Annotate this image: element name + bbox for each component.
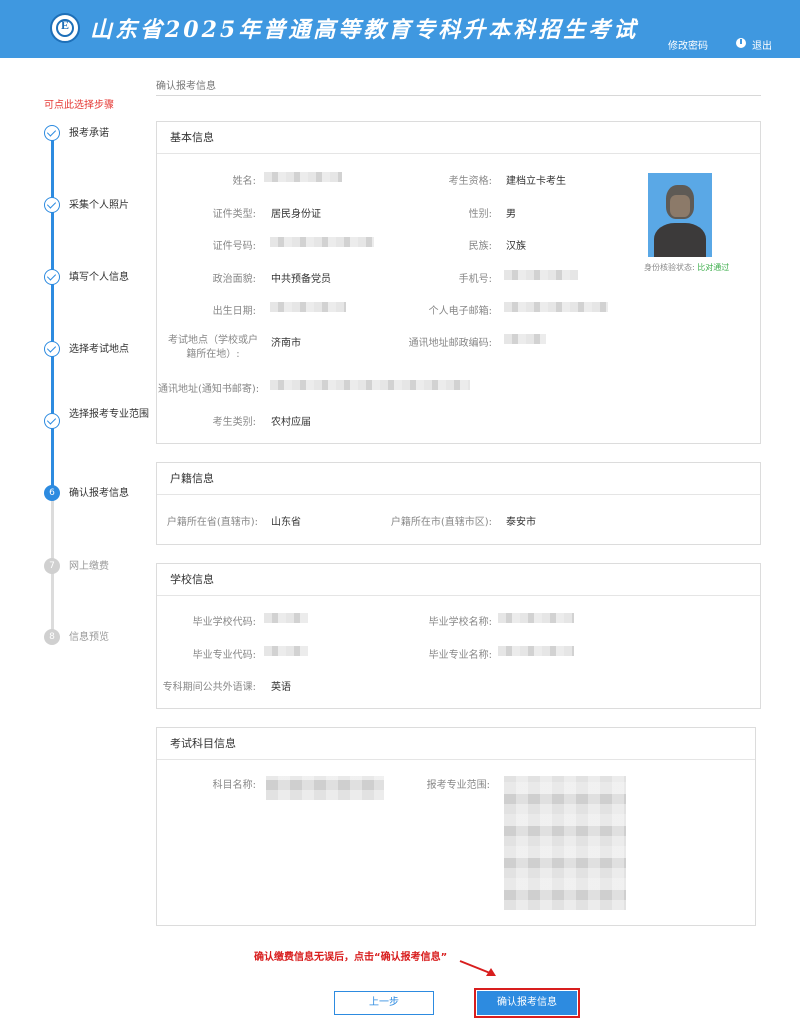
panel-title: 考试科目信息: [157, 728, 755, 760]
major-code-label: 毕业专业代码:: [192, 650, 256, 661]
major-range-label: 报考专业范围:: [426, 780, 490, 791]
check-icon: [44, 341, 60, 357]
check-icon: [44, 269, 60, 285]
exam-site-label: 考试地点（学校或户籍所在地）:: [168, 335, 258, 360]
breadcrumb-divider: [156, 95, 761, 96]
candidate-photo: [648, 173, 712, 257]
language-label: 专科期间公共外语课:: [162, 682, 256, 693]
step-hint: 可点此选择步骤: [44, 100, 114, 111]
language-value: 英语: [271, 682, 291, 693]
ethnic-label: 民族:: [468, 241, 492, 252]
address-masked: [270, 380, 470, 390]
id-type-label: 证件类型:: [212, 209, 256, 220]
email-label: 个人电子邮箱:: [428, 306, 492, 317]
qualification-label: 考生资格:: [448, 176, 492, 187]
household-panel: 户籍信息: [156, 462, 761, 545]
city-value: 泰安市: [506, 517, 536, 528]
breadcrumb: 确认报考信息: [156, 81, 216, 92]
name-label: 姓名:: [232, 176, 256, 187]
political-value: 中共预备党员: [271, 274, 331, 285]
ethnic-value: 汉族: [506, 241, 526, 252]
previous-step-button[interactable]: 上一步: [334, 991, 434, 1015]
birth-date-label: 出生日期:: [212, 306, 256, 317]
check-icon: [44, 125, 60, 141]
province-label: 户籍所在省(直辖市):: [166, 517, 258, 528]
phone-masked: [504, 270, 578, 280]
school-name-masked: [498, 613, 574, 623]
check-icon: [44, 197, 60, 213]
subject-masked: [266, 776, 384, 800]
confirm-instruction: 确认缴费信息无误后，点击“确认报考信息”: [254, 952, 448, 963]
subject-label: 科目名称:: [212, 780, 256, 791]
category-value: 农村应届: [271, 417, 311, 428]
address-label: 通讯地址(通知书邮寄):: [158, 384, 260, 395]
id-number-label: 证件号码:: [212, 241, 256, 252]
exam-site-value: 济南市: [271, 338, 301, 349]
postcode-masked: [504, 334, 546, 344]
phone-label: 手机号:: [458, 274, 492, 285]
panel-title: 学校信息: [157, 564, 760, 596]
email-masked: [504, 302, 608, 312]
school-name-label: 毕业学校名称:: [428, 617, 492, 628]
subjects-panel: 考试科目信息: [156, 727, 756, 926]
panel-title: 基本信息: [157, 122, 760, 154]
name-value-masked: [264, 172, 342, 182]
major-name-masked: [498, 646, 574, 656]
city-label: 户籍所在市(直辖市区):: [390, 517, 492, 528]
id-number-masked: [270, 237, 374, 247]
logout-link[interactable]: 退出: [752, 37, 772, 52]
school-code-masked: [264, 613, 308, 623]
verify-status-value: 比对通过: [697, 263, 730, 272]
birth-date-masked: [270, 302, 346, 312]
major-range-masked: [504, 776, 626, 910]
qualification-value: 建档立卡考生: [506, 176, 566, 187]
major-name-label: 毕业专业名称:: [428, 650, 492, 661]
top-header: E 山东省2025年普通高等教育专科升本科招生考试 修改密码 退出: [0, 0, 800, 58]
check-icon: [44, 413, 60, 429]
id-type-value: 居民身份证: [271, 209, 321, 220]
change-password-link[interactable]: 修改密码: [668, 37, 708, 52]
panel-title: 户籍信息: [157, 463, 760, 495]
progress-track-done: [51, 140, 54, 490]
power-icon[interactable]: [736, 38, 746, 48]
gender-value: 男: [506, 209, 516, 220]
province-value: 山东省: [271, 517, 301, 528]
confirm-info-button[interactable]: 确认报考信息: [477, 991, 577, 1015]
political-label: 政治面貌:: [212, 274, 256, 285]
verify-status: 身份核验状态: 比对通过: [644, 263, 730, 272]
category-label: 考生类别:: [212, 417, 256, 428]
gender-label: 性别:: [468, 209, 492, 220]
postcode-label: 通讯地址邮政编码:: [408, 338, 492, 349]
logo-icon: E: [50, 13, 80, 43]
arrow-icon: [459, 960, 496, 976]
school-code-label: 毕业学校代码:: [192, 617, 256, 628]
site-title: 山东省2025年普通高等教育专科升本科招生考试: [90, 17, 639, 43]
major-code-masked: [264, 646, 308, 656]
